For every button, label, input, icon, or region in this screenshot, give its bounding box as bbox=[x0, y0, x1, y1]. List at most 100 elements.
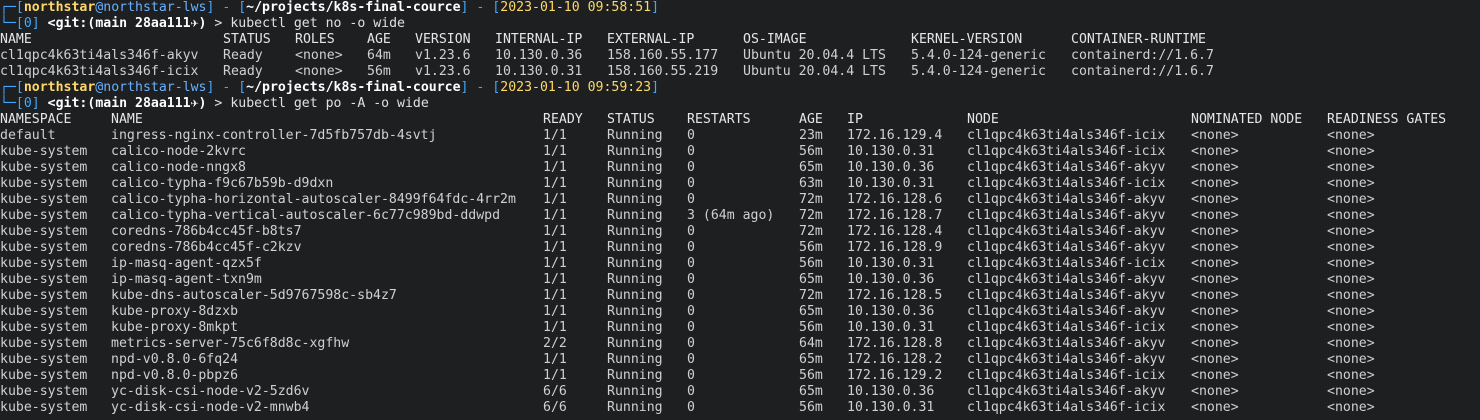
table-cell: 172.16.128.4 bbox=[847, 224, 943, 239]
column-header: OS-IMAGE bbox=[743, 32, 807, 47]
table-row: kube-system ip-masq-agent-txn9m 1/1 Running… bbox=[0, 272, 1480, 288]
table-cell: 0 bbox=[687, 272, 695, 287]
table-cell: Running bbox=[607, 208, 663, 223]
table-cell: 10.130.0.31 bbox=[847, 400, 935, 415]
prompt-path: ~/projects/k8s-final-cource bbox=[246, 80, 461, 95]
table-cell: kube-system bbox=[0, 224, 88, 239]
column-header: IP bbox=[847, 112, 863, 127]
command-text: kubectl get no -o wide bbox=[230, 16, 405, 31]
table-cell: Running bbox=[607, 192, 663, 207]
table-cell: 1/1 bbox=[543, 128, 567, 143]
table-cell: 1/1 bbox=[543, 240, 567, 255]
table-cell: 1/1 bbox=[543, 288, 567, 303]
table-cell: kube-system bbox=[0, 272, 88, 287]
column-header: ROLES bbox=[295, 32, 335, 47]
table-cell: 0 bbox=[687, 400, 695, 415]
table-cell: Running bbox=[607, 384, 663, 399]
table-cell: Ready bbox=[223, 64, 263, 79]
prompt-user: northstar bbox=[23, 0, 96, 15]
table-cell: 72m bbox=[799, 208, 823, 223]
table-cell: Running bbox=[607, 144, 663, 159]
table-cell: <none> bbox=[1327, 288, 1375, 303]
table-cell: 0 bbox=[687, 336, 695, 351]
table-cell: Running bbox=[607, 176, 663, 191]
table-row: kube-system calico-typha-f9c67b59b-d9dxn 1… bbox=[0, 176, 1480, 192]
prompt-header-line: ┌─[northstar@northstar-lws] - [~/project… bbox=[0, 0, 660, 15]
table-cell: cl1qpc4k63ti4als346f-akyv bbox=[967, 272, 1166, 287]
table-cell: 1/1 bbox=[543, 192, 567, 207]
table-cell: cl1qpc4k63ti4als346f-icix bbox=[967, 128, 1166, 143]
column-header: EXTERNAL-IP bbox=[607, 32, 695, 47]
table-cell: Ubuntu 20.04.4 LTS bbox=[743, 64, 886, 79]
prompt-header-line: ┌─[northstar@northstar-lws] - [~/project… bbox=[0, 80, 660, 95]
table-cell: cl1qpc4k63ti4als346f-akyv bbox=[967, 160, 1166, 175]
prompt-command-line: └─[0] <git:(main 28aa111✈) > kubectl get… bbox=[0, 96, 429, 111]
table-cell: 0 bbox=[687, 176, 695, 191]
table-cell: Running bbox=[607, 240, 663, 255]
table-cell: <none> bbox=[1327, 144, 1375, 159]
column-header: READY bbox=[543, 112, 583, 127]
terminal-window[interactable]: ┌─[northstar@northstar-lws] - [~/project… bbox=[0, 0, 1480, 416]
table-cell: 0 bbox=[687, 224, 695, 239]
column-header: NAME bbox=[0, 32, 32, 47]
table-cell: <none> bbox=[1327, 384, 1375, 399]
prompt-path: ~/projects/k8s-final-cource bbox=[246, 0, 461, 15]
column-header: AGE bbox=[367, 32, 391, 47]
table-cell: Running bbox=[607, 288, 663, 303]
table-cell: 0 bbox=[687, 320, 695, 335]
table-cell: kube-system bbox=[0, 176, 88, 191]
column-header: STATUS bbox=[223, 32, 271, 47]
column-header: NAME bbox=[111, 112, 143, 127]
table-cell: <none> bbox=[1191, 192, 1239, 207]
table-cell: 2/2 bbox=[543, 336, 567, 351]
table-cell: yc-disk-csi-node-v2-mnwb4 bbox=[111, 400, 310, 415]
table-cell: kube-system bbox=[0, 208, 88, 223]
table-cell: default bbox=[0, 128, 56, 143]
table-cell: cl1qpc4k63ti4als346f-akyv bbox=[967, 336, 1166, 351]
table-cell: 72m bbox=[799, 192, 823, 207]
column-header: NODE bbox=[967, 112, 999, 127]
table-cell: 0 bbox=[687, 192, 695, 207]
table-cell: <none> bbox=[1327, 224, 1375, 239]
table-header-row: NAME STATUS ROLES AGE VERSION INTERNAL-IP EXTE… bbox=[0, 32, 1480, 48]
table-cell: cl1qpc4k63ti4als346f-akyv bbox=[967, 288, 1166, 303]
table-row: kube-system yc-disk-csi-node-v2-5zd6v 6/6 R… bbox=[0, 384, 1480, 400]
table-cell: <none> bbox=[1327, 192, 1375, 207]
column-header: INTERNAL-IP bbox=[495, 32, 583, 47]
table-cell: Running bbox=[607, 400, 663, 415]
table-row: kube-system kube-proxy-8dzxb 1/1 Running 0 65… bbox=[0, 304, 1480, 320]
command-text: kubectl get po -A -o wide bbox=[230, 96, 429, 111]
table-cell: 10.130.0.31 bbox=[847, 176, 935, 191]
table-cell: 1/1 bbox=[543, 304, 567, 319]
column-header: READINESS GATES bbox=[1327, 112, 1447, 127]
table-cell: kube-system bbox=[0, 288, 88, 303]
table-cell: cl1qpc4k63ti4als346f-akyv bbox=[967, 240, 1166, 255]
prompt-command-line: └─[0] <git:(main 28aa111✈) > kubectl get… bbox=[0, 16, 405, 31]
prompt-index: [0] bbox=[15, 16, 40, 31]
git-label: <git:( bbox=[47, 16, 96, 31]
table-cell: 0 bbox=[687, 160, 695, 175]
prompt-host: northstar-lws bbox=[103, 80, 207, 95]
table-cell: <none> bbox=[1191, 384, 1239, 399]
table-cell: 63m bbox=[799, 176, 823, 191]
table-cell: <none> bbox=[1191, 368, 1239, 383]
table-cell: 172.16.128.7 bbox=[847, 208, 943, 223]
table-cell: 56m bbox=[799, 256, 823, 271]
table-row: kube-system calico-node-nngx8 1/1 Running 0 6… bbox=[0, 160, 1480, 176]
table-row: cl1qpc4k63ti4als346f-icix Ready <none> 56m v… bbox=[0, 64, 1480, 80]
table-cell: <none> bbox=[1191, 352, 1239, 367]
table-cell: kube-system bbox=[0, 400, 88, 415]
table-cell: kube-proxy-8dzxb bbox=[111, 304, 239, 319]
table-row: kube-system coredns-786b4cc45f-b8ts7 1/1 Ru… bbox=[0, 224, 1480, 240]
table-cell: 10.130.0.36 bbox=[847, 272, 935, 287]
table-cell: Running bbox=[607, 224, 663, 239]
git-label: <git:( bbox=[47, 96, 96, 111]
prompt-timestamp: 2023-01-10 09:58:51 bbox=[500, 0, 652, 15]
table-cell: 3 (64m ago) bbox=[687, 208, 775, 223]
table-cell: 172.16.129.2 bbox=[847, 368, 943, 383]
table-cell: cl1qpc4k63ti4als346f-akyv bbox=[967, 384, 1166, 399]
table-cell: 10.130.0.31 bbox=[495, 64, 583, 79]
table-cell: 0 bbox=[687, 368, 695, 383]
table-cell: 10.130.0.31 bbox=[847, 144, 935, 159]
table-cell: calico-node-2kvrc bbox=[111, 144, 246, 159]
